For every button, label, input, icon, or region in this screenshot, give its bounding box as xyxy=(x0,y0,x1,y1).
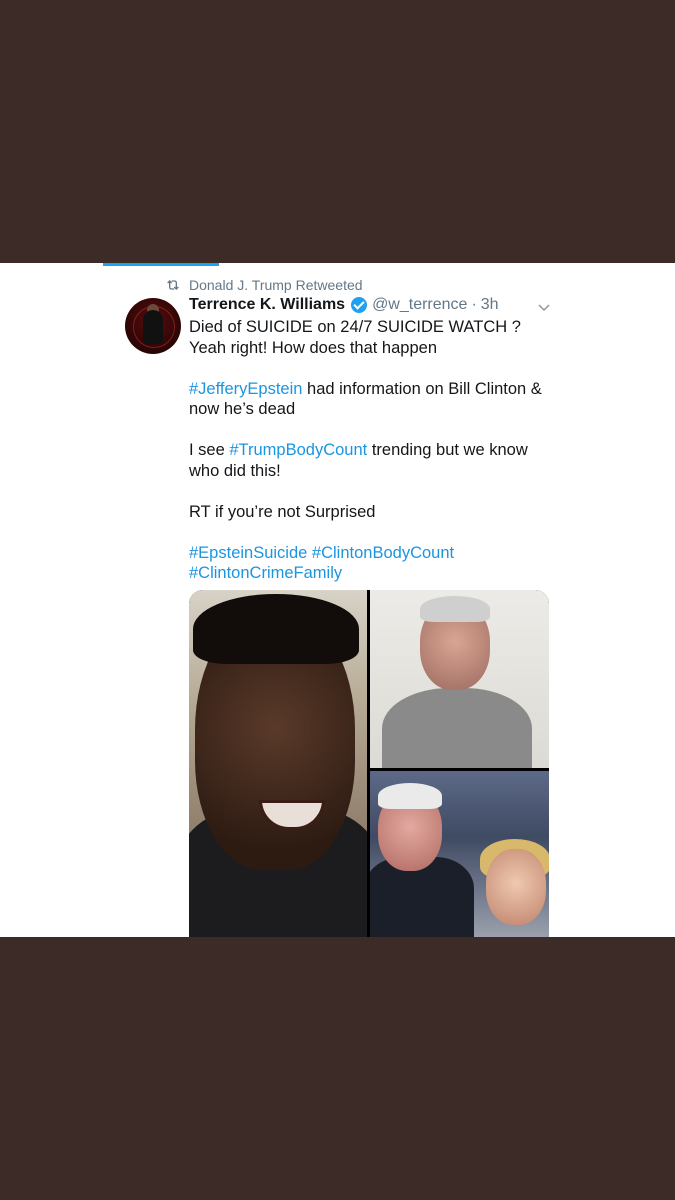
tweet-time[interactable]: 3h xyxy=(481,296,499,314)
tweet-paragraph: #EpsteinSuicide #ClintonBodyCount #Clinto… xyxy=(189,543,554,584)
retweet-label: Donald J. Trump Retweeted xyxy=(189,277,363,293)
tweet-paragraph: Died of SUICIDE on 24/7 SUICIDE WATCH ? … xyxy=(189,317,554,358)
verified-badge-icon xyxy=(351,297,368,313)
tweet-card[interactable]: Donald J. Trump Retweeted Terrence K. Wi… xyxy=(0,263,675,937)
hashtag-link[interactable]: #EpsteinSuicide xyxy=(189,544,307,562)
media-grid xyxy=(189,590,549,937)
media-photo[interactable] xyxy=(370,771,549,937)
tweet-text-line: RT if you’re not Surprised xyxy=(189,502,376,521)
tweet-text-line: Died of SUICIDE on 24/7 SUICIDE WATCH ? … xyxy=(189,318,521,357)
author-handle[interactable]: @w_terrence xyxy=(372,296,467,314)
retweet-icon xyxy=(167,280,179,290)
tweet-body: Died of SUICIDE on 24/7 SUICIDE WATCH ? … xyxy=(189,317,554,604)
hashtag-link[interactable]: #ClintonCrimeFamily xyxy=(189,564,342,582)
hashtag-link[interactable]: #JefferyEpstein xyxy=(189,380,302,398)
hashtag-link[interactable]: #TrumpBodyCount xyxy=(229,441,367,459)
media-photo[interactable] xyxy=(189,590,367,937)
tweet-text-line: I see xyxy=(189,441,230,459)
hashtag-link[interactable]: #ClintonBodyCount xyxy=(312,544,454,562)
media-photo[interactable] xyxy=(370,590,549,768)
tab-indicator xyxy=(103,263,219,266)
tweet-paragraph: I see #TrumpBodyCount trending but we kn… xyxy=(189,440,554,481)
author-name[interactable]: Terrence K. Williams xyxy=(189,296,345,314)
tweet-header: Terrence K. Williams @w_terrence · 3h xyxy=(189,296,499,314)
chevron-down-icon[interactable] xyxy=(536,299,552,315)
tweet-paragraph: #JefferyEpstein had information on Bill … xyxy=(189,379,554,420)
retweet-context: Donald J. Trump Retweeted xyxy=(165,277,363,293)
avatar[interactable] xyxy=(125,298,181,354)
separator-dot: · xyxy=(471,296,477,313)
tweet-paragraph: RT if you’re not Surprised xyxy=(189,502,554,523)
